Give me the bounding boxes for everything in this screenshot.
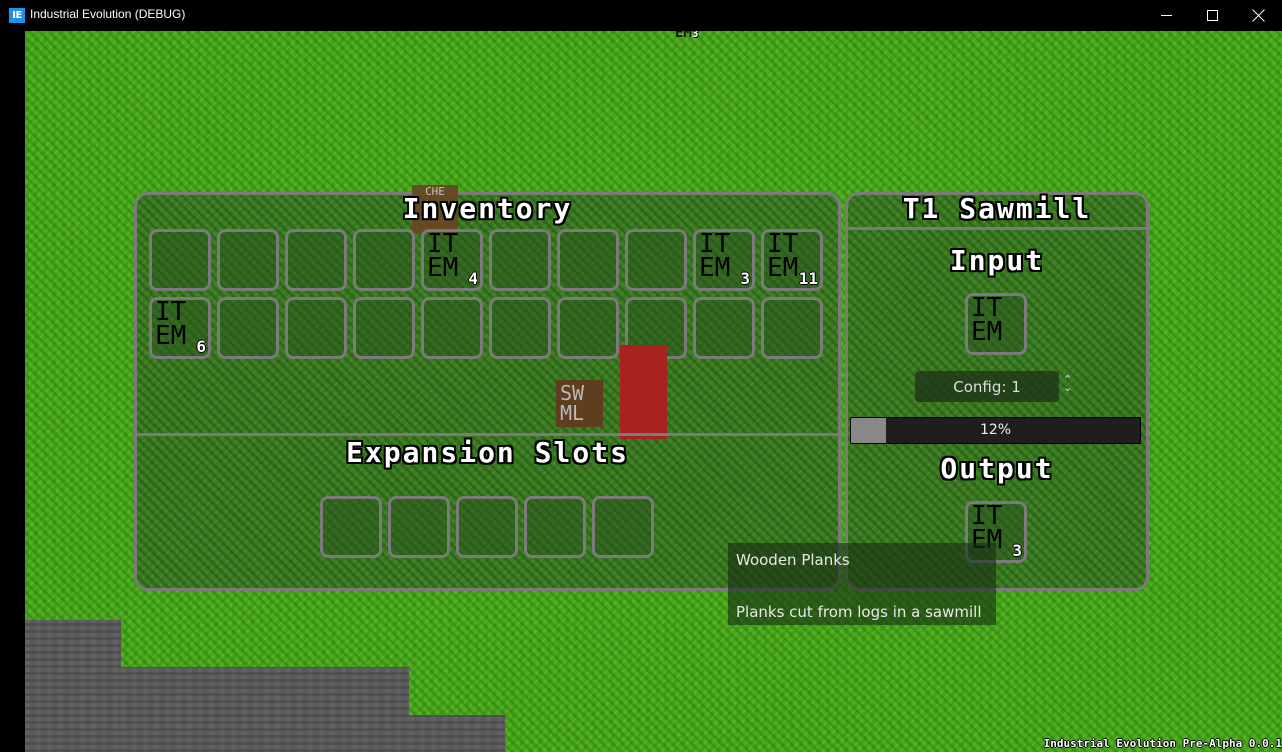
stone-terrain <box>121 667 409 752</box>
item-count: 11 <box>798 269 818 288</box>
config-select[interactable]: Config: 1 <box>915 371 1059 402</box>
expansion-slots-title: Expansion Slots <box>346 436 629 469</box>
dropped-item-count: 3 <box>691 31 699 40</box>
inventory-title: Inventory <box>402 192 573 225</box>
tooltip-item-name: Wooden Planks <box>736 551 850 569</box>
item-slot[interactable]: IT EM 4 <box>421 229 483 291</box>
version-label: Industrial Evolution Pre-Alpha 0.0.1 <box>1043 737 1282 750</box>
stone-terrain <box>409 715 505 752</box>
item-slot[interactable] <box>149 229 211 291</box>
item-slot[interactable] <box>489 297 551 359</box>
window-title-bar: IE Industrial Evolution (DEBUG) <box>0 0 1282 31</box>
sawmill-block[interactable]: SW ML <box>556 380 603 427</box>
sawmill-panel: T1 Sawmill Input IT EM Config: 1 ⌃ ⌄ 12% O… <box>845 192 1149 591</box>
item-slot[interactable] <box>285 229 347 291</box>
minimize-icon <box>1160 15 1172 16</box>
item-slot[interactable] <box>217 297 279 359</box>
tooltip-item-description: Planks cut from logs in a sawmill <box>736 603 982 621</box>
close-button[interactable] <box>1235 0 1281 31</box>
inventory-panel: CHE Inventory IT EM 4 IT EM 3 IT EM 11 IT EM 6 SW M… <box>134 185 841 591</box>
sawmill-block-label: SW <box>560 381 585 405</box>
maximize-icon <box>1206 10 1218 21</box>
item-slot[interactable] <box>761 297 823 359</box>
item-slot[interactable]: IT EM 6 <box>149 297 211 359</box>
item-tooltip: Wooden Planks Planks cut from logs in a … <box>728 543 996 625</box>
item-slot[interactable] <box>217 229 279 291</box>
red-marker <box>620 345 667 439</box>
item-slot[interactable] <box>592 496 654 558</box>
progress-text: 12% <box>979 422 1012 438</box>
item-slot[interactable] <box>388 496 450 558</box>
item-slot[interactable] <box>625 229 687 291</box>
machine-title: T1 Sawmill <box>902 192 1092 225</box>
item-slot[interactable] <box>285 297 347 359</box>
item-slot[interactable] <box>320 496 382 558</box>
output-label: Output <box>940 452 1054 485</box>
item-count: 3 <box>740 269 750 288</box>
item-slot[interactable] <box>557 229 619 291</box>
input-label: Input <box>949 244 1045 277</box>
minimize-button[interactable] <box>1143 0 1189 31</box>
game-viewport[interactable]: EM3 CHE Inventory IT EM 4 IT EM 3 IT EM 11 IT EM 6 … <box>25 31 1282 752</box>
item-slot[interactable] <box>456 496 518 558</box>
item-slot[interactable] <box>421 297 483 359</box>
input-slot[interactable]: IT EM <box>965 293 1027 355</box>
section-divider <box>845 227 1149 230</box>
item-count: 4 <box>468 269 478 288</box>
item-slot[interactable] <box>693 297 755 359</box>
maximize-button[interactable] <box>1189 0 1235 31</box>
close-icon <box>1252 9 1265 22</box>
config-stepper-icon[interactable]: ⌃ ⌄ <box>1063 374 1072 393</box>
item-slot[interactable]: IT EM 11 <box>761 229 823 291</box>
item-slot[interactable] <box>489 229 551 291</box>
dropped-item[interactable]: EM3 <box>675 31 698 41</box>
item-slot[interactable] <box>557 297 619 359</box>
progress-bar: 12% <box>850 417 1141 444</box>
item-slot[interactable] <box>524 496 586 558</box>
item-slot[interactable] <box>353 229 415 291</box>
item-slot[interactable]: IT EM 3 <box>693 229 755 291</box>
app-icon: IE <box>9 8 25 23</box>
sawmill-block-label: ML <box>560 401 585 425</box>
item-count: 6 <box>196 337 206 356</box>
stone-terrain <box>25 620 121 752</box>
item-count: 3 <box>1012 541 1022 560</box>
item-slot[interactable] <box>353 297 415 359</box>
item-icon: IT EM <box>971 293 1003 347</box>
window-title: Industrial Evolution (DEBUG) <box>30 7 186 21</box>
